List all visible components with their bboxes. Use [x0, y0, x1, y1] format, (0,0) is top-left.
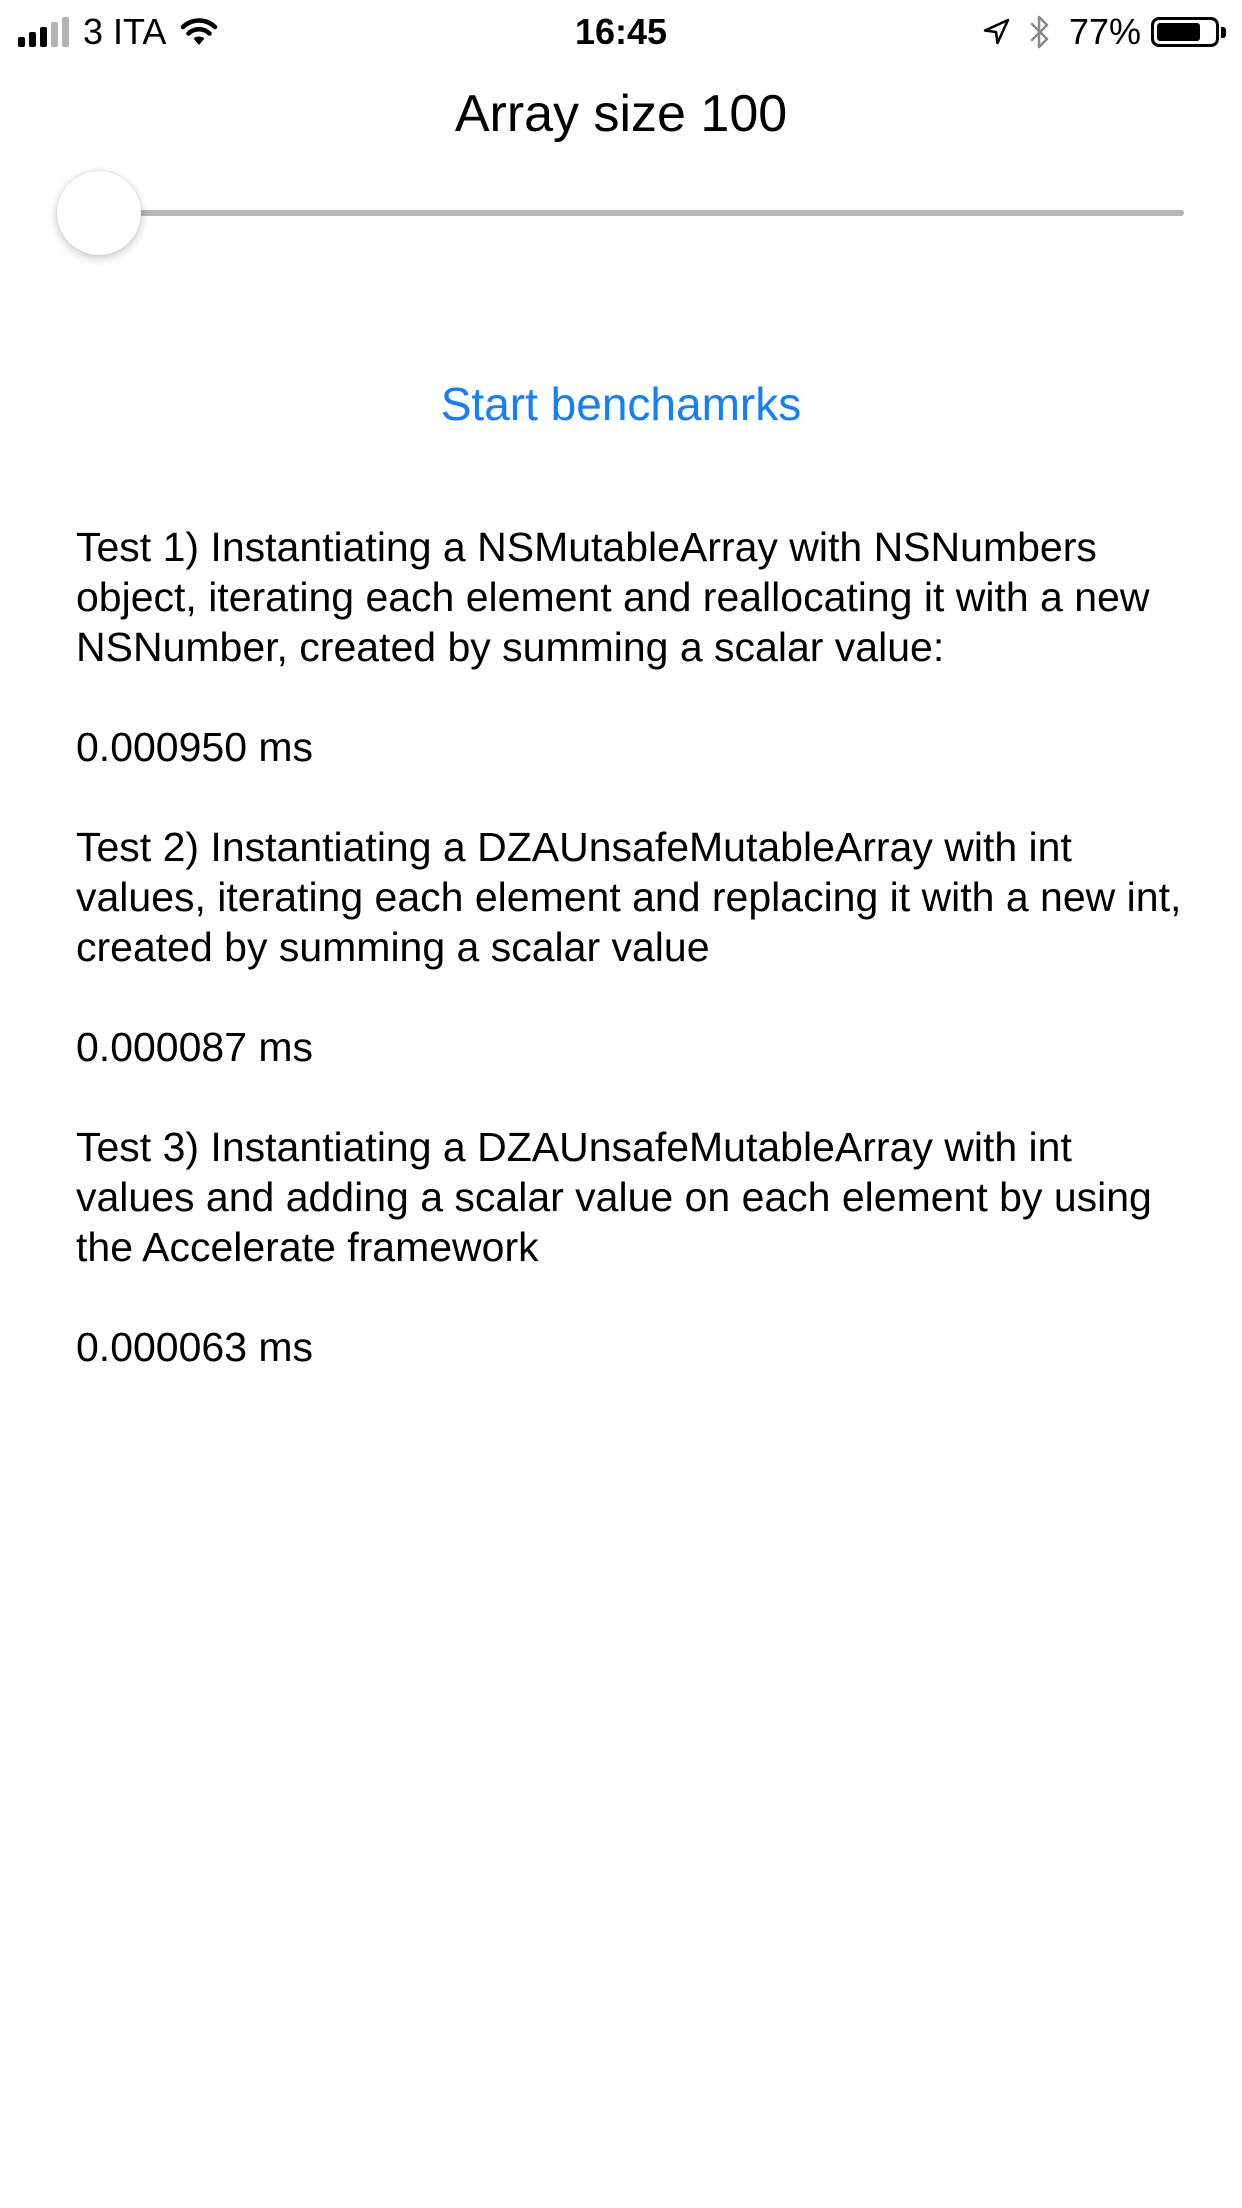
start-benchmarks-button[interactable]: Start benchamrks: [0, 372, 1242, 436]
test-1-description: Test 1) Instantiating a NSMutableArray w…: [76, 524, 1150, 670]
battery-nub: [1221, 26, 1226, 38]
test-3-result: 0.000063 ms: [76, 1324, 314, 1370]
slider-thumb[interactable]: [57, 171, 141, 255]
test-2-result: 0.000087 ms: [76, 1024, 314, 1070]
test-1-result: 0.000950 ms: [76, 724, 314, 770]
location-arrow-icon: [983, 18, 1010, 45]
array-size-label: Array size 100: [454, 85, 788, 143]
status-bar: 3 ITA 16:45 77%: [0, 0, 1242, 62]
test-3-description: Test 3) Instantiating a DZAUnsafeMutable…: [76, 1124, 1152, 1270]
status-right: 77%: [981, 10, 1226, 54]
battery-percent: 77%: [1068, 11, 1141, 52]
benchmark-results: Test 1) Instantiating a NSMutableArray w…: [76, 522, 1196, 1422]
test-2-description: Test 2) Instantiating a DZAUnsafeMutable…: [76, 824, 1182, 970]
bluetooth-icon: [1030, 15, 1049, 49]
array-size-slider[interactable]: [57, 170, 1184, 256]
battery-icon: [1151, 17, 1219, 47]
battery-level-fill: [1157, 23, 1200, 41]
slider-track[interactable]: [100, 210, 1184, 216]
